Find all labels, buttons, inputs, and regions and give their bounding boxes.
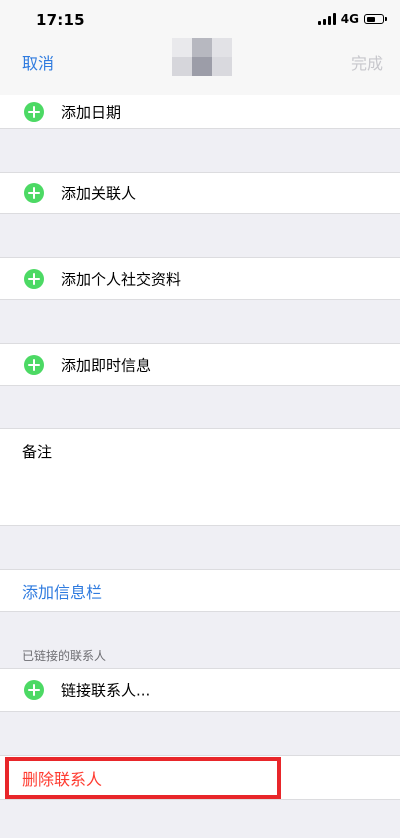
add-related-label: 添加关联人 — [61, 184, 137, 203]
add-social-plus-icon[interactable] — [24, 268, 44, 289]
add-field-label: 添加信息栏 — [22, 582, 103, 602]
add-date-plus-icon[interactable] — [24, 101, 44, 122]
contact-avatar[interactable] — [172, 38, 232, 76]
add-social-label: 添加个人社交资料 — [61, 270, 182, 288]
add-im-plus-icon[interactable] — [24, 354, 44, 375]
status-time: 17:15 — [36, 11, 85, 29]
cancel-button[interactable]: 取消 — [22, 50, 54, 74]
link-contacts-label: 链接联系人... — [61, 681, 151, 700]
done-button[interactable]: 完成 — [351, 50, 383, 74]
add-field-row[interactable]: 添加信息栏 — [0, 569, 400, 612]
add-instant-message-row[interactable]: 添加即时信息 — [0, 343, 400, 386]
header: 17:15 4G 取消 完成 — [0, 0, 400, 95]
add-date-row[interactable]: 添加日期 — [0, 95, 400, 129]
battery-fill — [366, 16, 375, 22]
add-social-profile-row[interactable]: 添加个人社交资料 — [0, 257, 400, 300]
network-type: 4G — [340, 12, 359, 26]
add-date-label: 添加日期 — [61, 103, 122, 121]
link-contacts-plus-icon[interactable] — [24, 680, 44, 700]
link-contacts-row[interactable]: 链接联系人... — [0, 668, 400, 712]
signal-icon — [317, 13, 336, 25]
delete-contact-label: 删除联系人 — [22, 769, 103, 789]
linked-contacts-caption: 已链接的联系人 — [22, 649, 107, 663]
notes-label: 备注 — [22, 443, 53, 461]
add-related-plus-icon[interactable] — [24, 183, 44, 203]
delete-contact-row[interactable]: 删除联系人 — [0, 755, 400, 800]
add-related-person-row[interactable]: 添加关联人 — [0, 172, 400, 214]
notes-field[interactable]: 备注 — [0, 428, 400, 526]
battery-icon — [364, 14, 387, 24]
add-im-label: 添加即时信息 — [61, 356, 152, 374]
status-indicators: 4G — [317, 12, 387, 26]
